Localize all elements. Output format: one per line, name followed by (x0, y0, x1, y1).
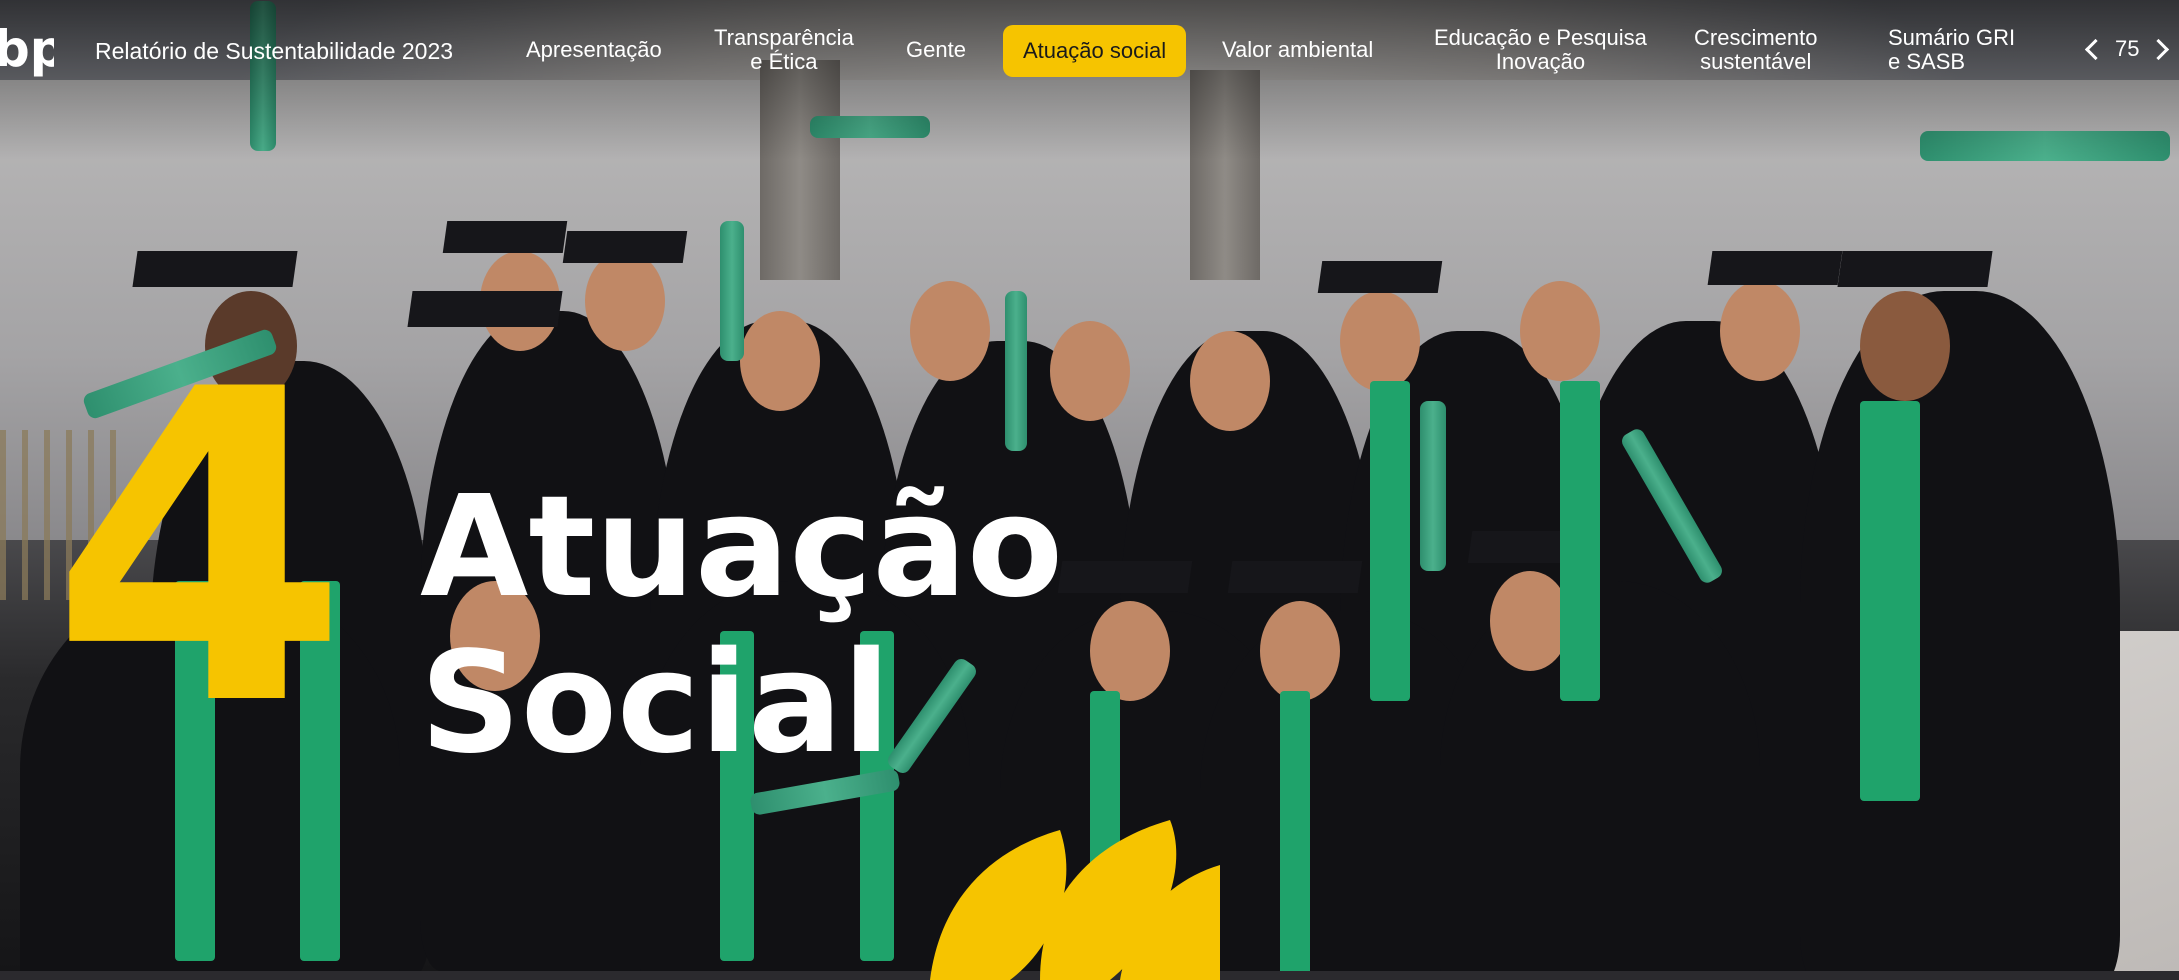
bp-logo-icon[interactable]: bp (0, 20, 54, 80)
page-number: 75 (2115, 36, 2140, 61)
nav-atuacao-social[interactable]: Atuação social (1003, 25, 1187, 77)
chapter-title-line2: Social (420, 622, 891, 785)
nav-educacao-pesquisa-inovacao[interactable]: Educação e Pesquisa Inovação (1434, 26, 1647, 74)
chapter-title: Atuação Social (420, 470, 1063, 782)
svg-text:bp: bp (0, 20, 54, 78)
nav-valor-ambiental[interactable]: Valor ambiental (1222, 38, 1373, 62)
nav-crescimento-sustentavel[interactable]: Crescimento sustentável (1694, 26, 1817, 74)
yellow-leaf-icon (930, 820, 1220, 980)
nav-sumario-gri-sasb[interactable]: Sumário GRI e SASB (1888, 26, 2015, 74)
nav-gente[interactable]: Gente (906, 38, 966, 62)
chapter-title-line1: Atuação (420, 466, 1064, 629)
report-title[interactable]: Relatório de Sustentabilidade 2023 (95, 38, 453, 65)
chevron-left-icon[interactable] (2084, 38, 2107, 60)
nav-transparencia-etica[interactable]: Transparência e Ética (714, 26, 854, 74)
nav-apresentacao[interactable]: Apresentação (526, 38, 662, 62)
chevron-right-icon[interactable] (2148, 38, 2170, 60)
chapter-number: 4 (50, 300, 350, 800)
page-pager: 75 (2084, 36, 2170, 62)
top-navigation: bp Relatório de Sustentabilidade 2023 Ap… (0, 0, 2179, 110)
